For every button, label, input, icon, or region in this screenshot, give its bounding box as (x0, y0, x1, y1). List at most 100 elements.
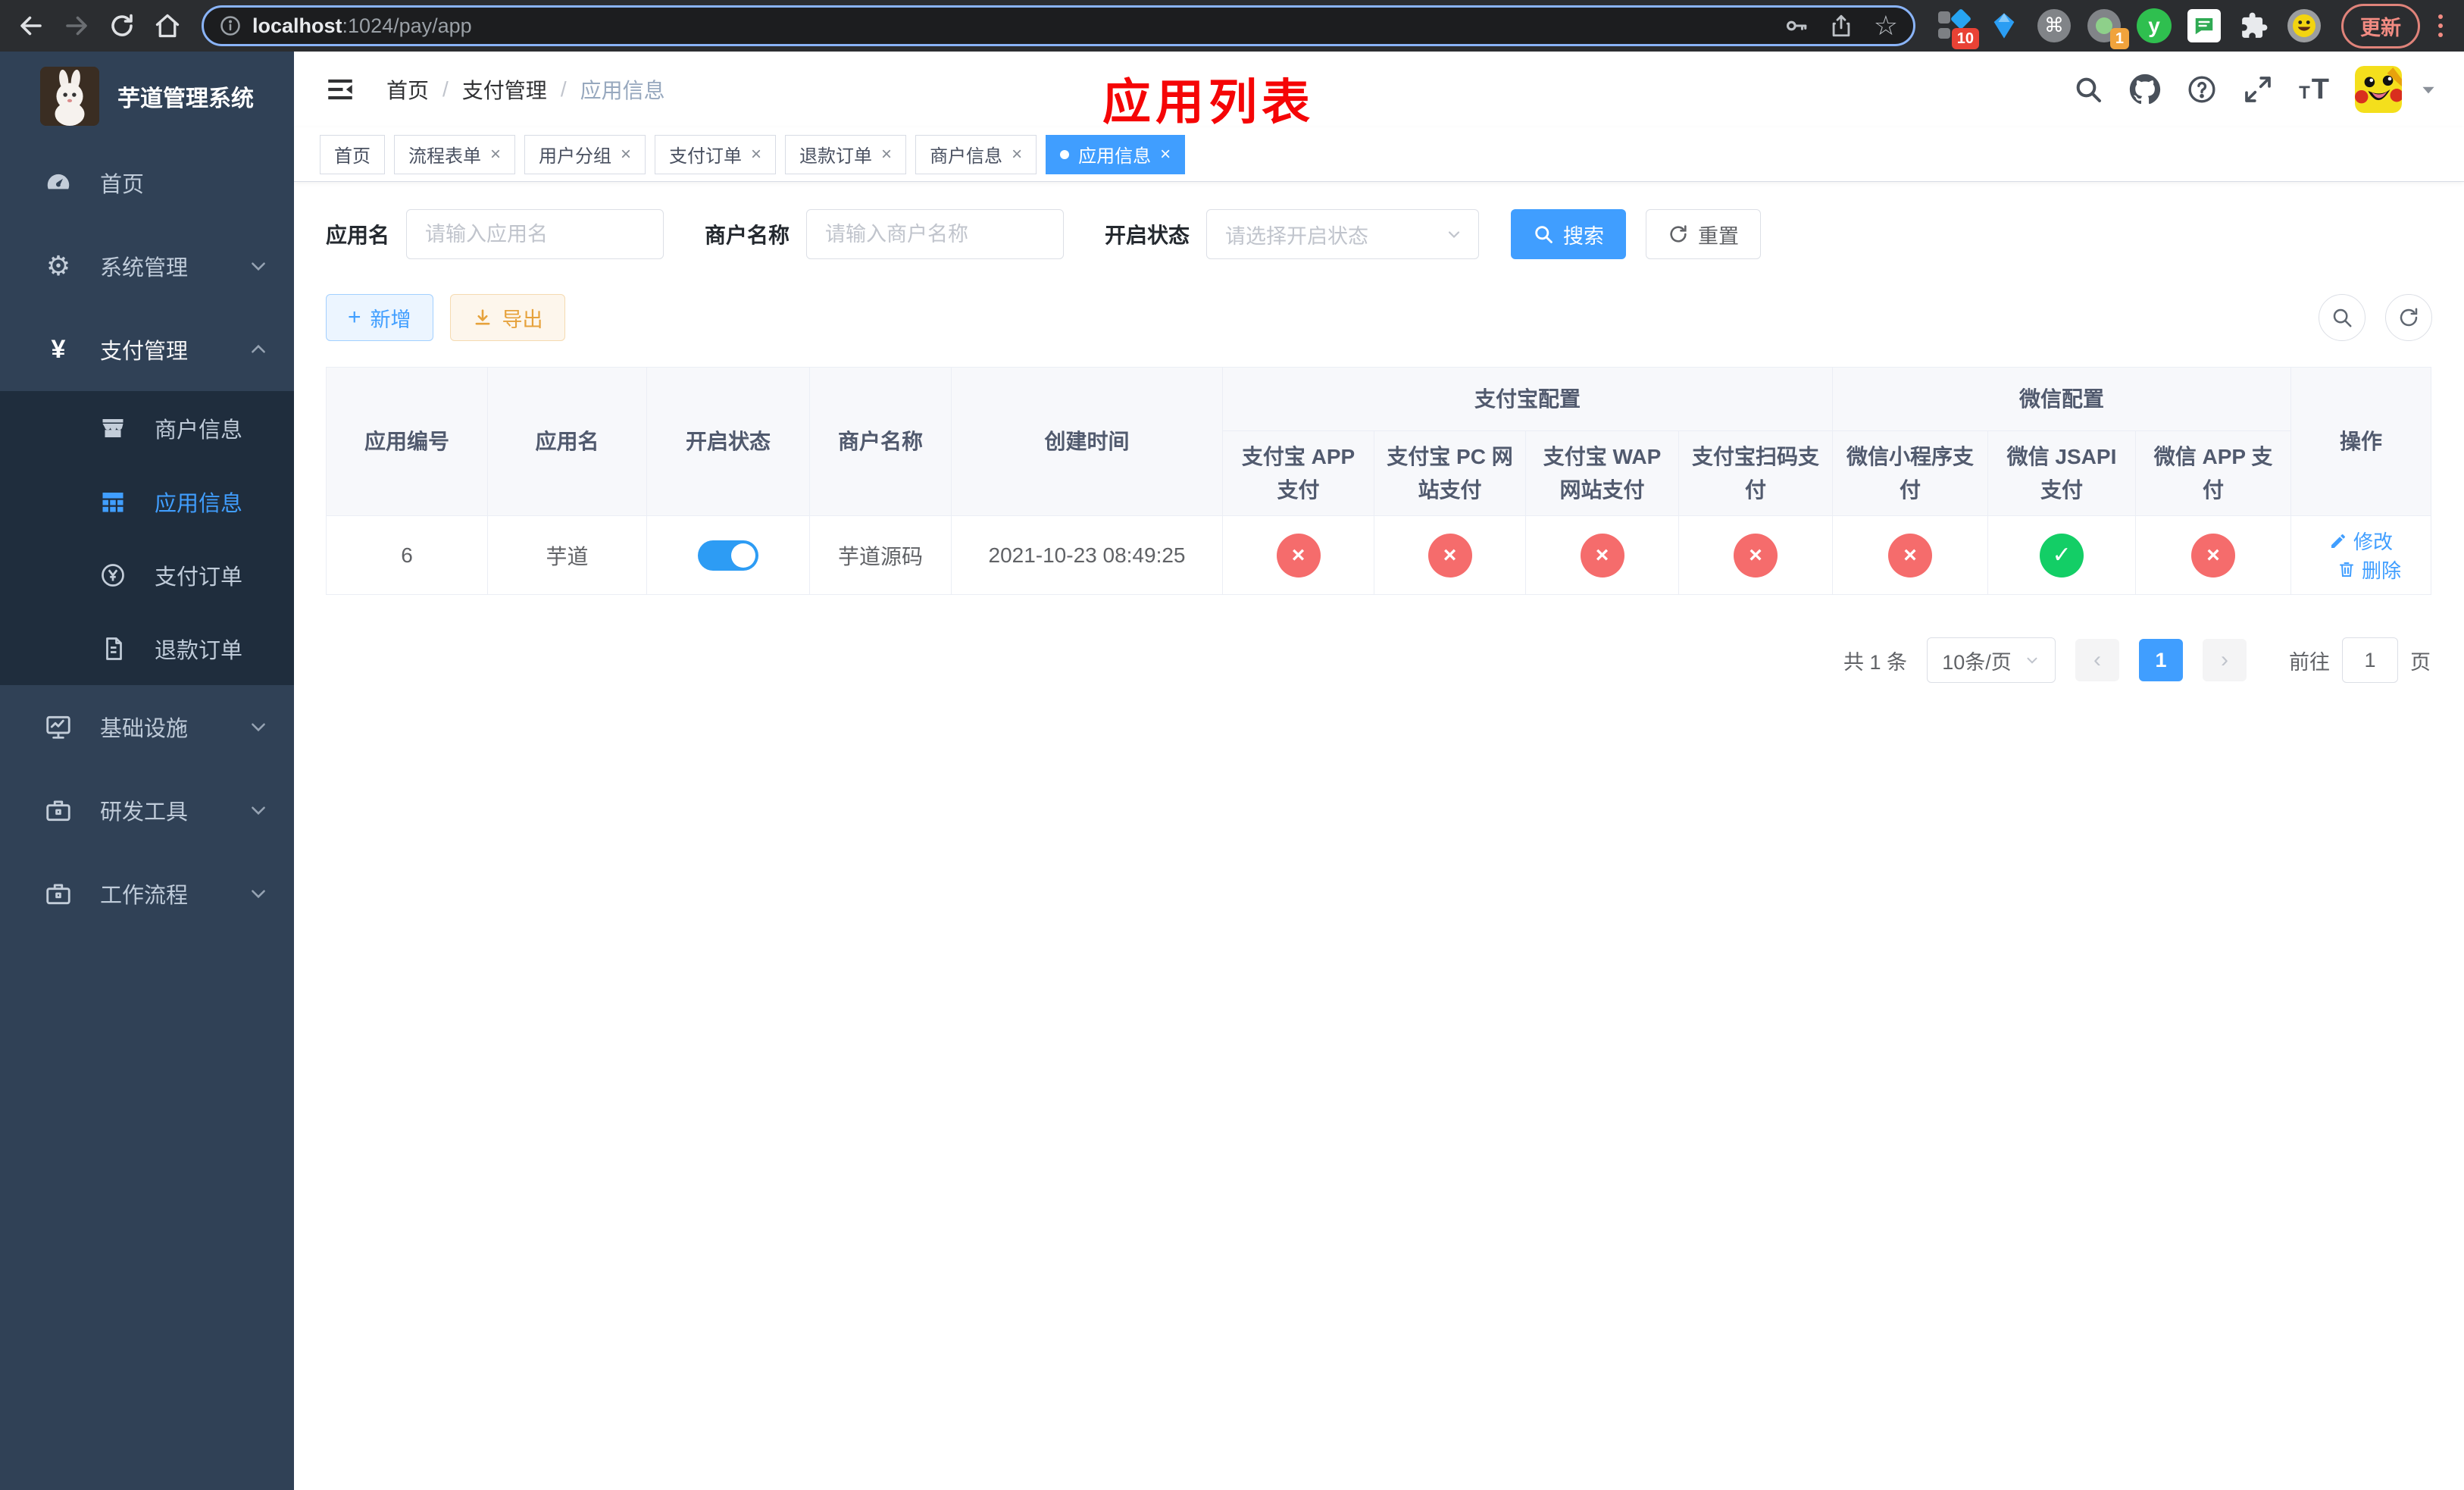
goto-page-input[interactable] (2342, 637, 2398, 683)
browser-menu-icon[interactable] (2428, 14, 2453, 37)
pagination-total: 共 1 条 (1843, 650, 1907, 674)
refresh-table-button[interactable] (2385, 294, 2432, 341)
document-icon (97, 635, 129, 662)
col-header-wechat-mini: 微信小程序支付 (1832, 430, 1989, 516)
password-key-icon[interactable] (1783, 13, 1809, 39)
tab-home[interactable]: 首页 (320, 134, 385, 174)
forward-arrow-icon (66, 16, 87, 36)
close-icon[interactable]: × (621, 145, 631, 164)
sidebar-item-workflow[interactable]: 工作流程 (0, 852, 294, 935)
col-header-alipay-qr: 支付宝扫码支付 (1678, 430, 1834, 516)
page-size-select[interactable]: 10条/页 (1927, 637, 2056, 683)
sidebar-item-infrastructure[interactable]: 基础设施 (0, 685, 294, 768)
profile-smiley-icon[interactable] (2287, 8, 2322, 43)
browser-back-button[interactable] (11, 5, 52, 46)
extension-grid-diamond-icon[interactable]: 10 (1937, 8, 1979, 49)
tab-user-group[interactable]: 用户分组 × (524, 134, 646, 174)
yen-icon: ¥ (51, 334, 66, 364)
avatar-caret-icon[interactable] (2419, 80, 2438, 99)
tags-view-bar: 首页 流程表单 × 用户分组 × 支付订单 × 退款订单 × 商户信息 × 应用信息 × (294, 127, 2464, 182)
site-info-icon[interactable] (219, 14, 242, 37)
tab-refund-orders[interactable]: 退款订单 × (785, 134, 907, 174)
extension-y-logo-icon[interactable]: y (2137, 8, 2172, 43)
close-icon[interactable]: × (490, 145, 501, 164)
page-content: 应用名 商户名称 开启状态 请选择开启状态 搜索 重置 (294, 182, 2464, 683)
browser-reload-button[interactable] (102, 5, 142, 46)
breadcrumb-current: 应用信息 (580, 79, 665, 102)
browser-update-button[interactable]: 更新 (2341, 3, 2420, 49)
sidebar-item-home[interactable]: 首页 (0, 141, 294, 224)
browser-forward-button[interactable] (56, 5, 97, 46)
header-search-icon[interactable] (2073, 74, 2103, 105)
table-row: 6 芋道 芋道源码 2021-10-23 08:49:25 × × × × × … (326, 515, 2432, 595)
app-name-input[interactable] (406, 209, 664, 259)
github-icon[interactable] (2129, 74, 2161, 105)
add-button[interactable]: + 新增 (326, 294, 433, 341)
col-header-app-id: 应用编号 (326, 367, 488, 516)
cell-created: 2021-10-23 08:49:25 (951, 515, 1223, 595)
extension-gem-icon[interactable] (1987, 8, 2022, 43)
share-icon[interactable] (1828, 13, 1854, 39)
cell-alipay-app: × (1222, 515, 1374, 595)
page-number-1[interactable]: 1 (2139, 639, 2183, 681)
next-page-button[interactable]: › (2203, 639, 2247, 681)
breadcrumb-separator: / (442, 77, 449, 101)
font-size-icon[interactable]: TT (2299, 74, 2329, 106)
close-icon[interactable]: × (751, 145, 761, 164)
refresh-icon (2400, 308, 2418, 327)
help-icon[interactable] (2187, 74, 2217, 105)
sidebar-item-system[interactable]: ⚙ 系统管理 (0, 224, 294, 308)
sidebar-item-label: 支付管理 (100, 340, 189, 364)
extension-command-icon[interactable]: ⌘ (2037, 8, 2072, 43)
sidebar-item-dev-tools[interactable]: 研发工具 (0, 768, 294, 852)
sidebar-item-app-info[interactable]: 应用信息 (0, 465, 294, 538)
status-switch[interactable] (698, 540, 758, 571)
goto-suffix: 页 (2410, 650, 2431, 674)
cell-actions: 修改 删除 (2290, 515, 2432, 595)
show-search-toggle-button[interactable] (2319, 294, 2366, 341)
app-logo-row[interactable]: 芋道管理系统 (0, 52, 294, 141)
breadcrumb-home[interactable]: 首页 (386, 74, 429, 105)
export-button[interactable]: 导出 (449, 294, 565, 341)
sidebar: 芋道管理系统 首页 ⚙ 系统管理 ¥ 支付管理 商户信息 应用信息 支付订单 退… (0, 52, 294, 1490)
filter-form: 应用名 商户名称 开启状态 请选择开启状态 搜索 重置 (326, 209, 2432, 259)
cell-app-id: 6 (326, 515, 488, 595)
close-icon[interactable]: × (881, 145, 892, 164)
address-bar[interactable]: localhost:1024/pay/app ☆ (202, 5, 1915, 46)
sidebar-item-payment[interactable]: ¥ 支付管理 (0, 308, 294, 391)
extension-chat-icon[interactable] (2187, 8, 2222, 43)
col-header-alipay-wap: 支付宝 WAP 网站支付 (1525, 430, 1679, 516)
reload-icon (111, 14, 133, 36)
prev-page-button[interactable]: ‹ (2075, 639, 2119, 681)
edit-link[interactable]: 修改 (2329, 527, 2393, 555)
bookmark-star-icon[interactable]: ☆ (1874, 12, 1898, 39)
table-toolbar: + 新增 导出 (326, 294, 2432, 341)
browser-home-button[interactable] (147, 5, 188, 46)
sidebar-collapse-icon[interactable] (320, 69, 361, 110)
breadcrumb-payment[interactable]: 支付管理 (462, 74, 547, 105)
extensions-puzzle-icon[interactable] (2237, 8, 2272, 43)
extension-green-dot-icon[interactable]: 1 (2087, 8, 2129, 49)
sidebar-item-label: 研发工具 (100, 800, 189, 825)
tab-app-info[interactable]: 应用信息 × (1046, 134, 1186, 174)
sidebar-item-merchant-info[interactable]: 商户信息 (0, 391, 294, 465)
tab-pay-orders[interactable]: 支付订单 × (655, 134, 777, 174)
close-icon[interactable]: × (1160, 145, 1171, 164)
tab-merchant-info[interactable]: 商户信息 × (915, 134, 1037, 174)
search-button[interactable]: 搜索 (1511, 209, 1627, 259)
delete-link[interactable]: 删除 (2337, 556, 2401, 584)
fullscreen-icon[interactable] (2243, 74, 2273, 105)
back-arrow-icon (20, 16, 42, 36)
channel-status-icon: × (1734, 533, 1778, 578)
status-select[interactable]: 请选择开启状态 (1206, 209, 1480, 259)
sidebar-item-refund-orders[interactable]: 退款订单 (0, 612, 294, 685)
reset-button[interactable]: 重置 (1646, 209, 1762, 259)
close-icon[interactable]: × (1012, 145, 1022, 164)
url-host: localhost (252, 14, 342, 37)
user-avatar[interactable] (2355, 66, 2402, 113)
tab-process-form[interactable]: 流程表单 × (394, 134, 516, 174)
merchant-name-input[interactable] (806, 209, 1065, 259)
breadcrumb-separator: / (560, 77, 567, 101)
app-name-label: 应用名 (326, 224, 390, 247)
sidebar-item-pay-orders[interactable]: 支付订单 (0, 538, 294, 612)
